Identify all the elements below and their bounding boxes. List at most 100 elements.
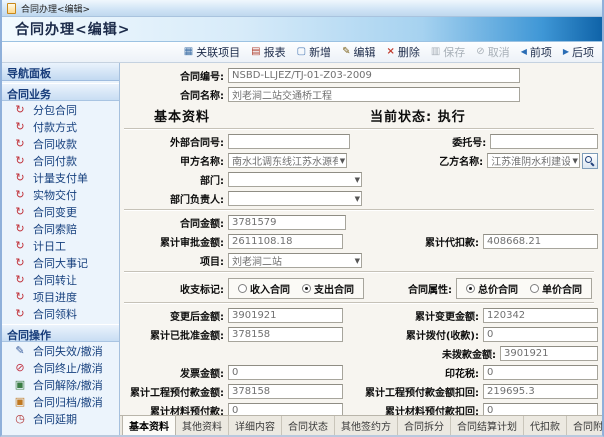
nav-panel-title: 导航面板 (2, 63, 119, 81)
search-icon (584, 155, 595, 166)
toolbar-prev-item[interactable]: ◀ 前项 (521, 44, 552, 60)
contract-no-field[interactable]: NSBD-LLJEZ/TJ-01-Z03-2009 (228, 68, 520, 83)
bottom-tabstrip: 基本资料 其他资料 详细内容 合同状态 其他签约方 合同拆分 合同结算计划 代扣… (120, 415, 602, 435)
invoice-field[interactable]: 0 (228, 365, 343, 380)
sidebar-item-contract-change[interactable]: ↻ 合同变更 (2, 203, 119, 220)
external-no-label: 外部合同号: (122, 134, 228, 149)
unallocated-field[interactable]: 3901921 (500, 346, 598, 361)
tab-other-info[interactable]: 其他资料 (176, 416, 229, 435)
sidebar-item-contract-receipt[interactable]: ↻ 合同收款 (2, 135, 119, 152)
tab-attachments[interactable]: 合同附件 (567, 416, 602, 435)
cum-advance-back-field[interactable]: 219695.3 (483, 384, 598, 399)
tab-contract-split[interactable]: 合同拆分 (398, 416, 451, 435)
cum-approved-row: 累计已批准金额: 378158 累计拨付(收款): 0 (122, 326, 598, 343)
chevron-down-icon[interactable]: ▼ (353, 257, 360, 265)
entrust-no-field[interactable] (490, 134, 598, 149)
sidebar-item-contract-events[interactable]: ↻ 合同大事记 (2, 254, 119, 271)
cum-allocated-field[interactable]: 0 (483, 327, 598, 342)
contract-name-field[interactable]: 刘老涧二站交通桥工程 (228, 87, 520, 102)
cum-approval-row: 累计审批金额: 2611108.18 累计代扣款: 408668.21 (122, 233, 598, 250)
tab-contract-status[interactable]: 合同状态 (282, 416, 335, 435)
toolbar-delete[interactable]: × 删除 (386, 44, 419, 60)
cum-approval-field[interactable]: 2611108.18 (228, 234, 343, 249)
main-panel: 合同编号: NSBD-LLJEZ/TJ-01-Z03-2009 合同名称: 刘老… (120, 63, 602, 435)
contract-amount-field[interactable]: 3781579 (228, 215, 346, 230)
contract-doc-icon: ↻ (14, 257, 26, 268)
cum-change-label: 累计变更金额: (343, 308, 483, 323)
toolbar-related-project[interactable]: ▦ 关联项目 (184, 44, 240, 60)
section-contract-business[interactable]: 合同业务 (2, 83, 119, 101)
sidebar-item-subcontract[interactable]: ↻ 分包合同 (2, 101, 119, 118)
external-no-field[interactable] (228, 134, 350, 149)
flags-row: 收支标记: 收入合同 支出合同 合同属性: (122, 276, 598, 300)
cum-change-field[interactable]: 120342 (483, 308, 598, 323)
sidebar-item-contract-release[interactable]: ▣ 合同解除/撤消 (2, 376, 119, 393)
sidebar-item-contract-claim[interactable]: ↻ 合同索赔 (2, 220, 119, 237)
tab-basic-info[interactable]: 基本资料 (122, 415, 176, 435)
changed-amount-field[interactable]: 3901921 (228, 308, 343, 323)
sidebar-item-contract-extend[interactable]: ◷ 合同延期 (2, 410, 119, 427)
attr-label: 合同属性: (364, 281, 456, 296)
cum-material-back-field[interactable]: 0 (483, 403, 598, 415)
toolbar-next-item[interactable]: ▶ 后项 (563, 44, 594, 60)
sidebar-item-contract-invalidate[interactable]: ✎ 合同失效/撤消 (2, 342, 119, 359)
chevron-down-icon[interactable]: ▼ (570, 157, 577, 165)
party-b-search-button[interactable] (582, 153, 598, 169)
tab-detail-content[interactable]: 详细内容 (229, 416, 282, 435)
party-b-combo[interactable]: 江苏淮阴水利建设有限公司 ▼ (487, 153, 580, 168)
sidebar-item-payment-method[interactable]: ↻ 付款方式 (2, 118, 119, 135)
radio-on-icon (302, 284, 311, 293)
toolbar-edit[interactable]: ✎ 编辑 (342, 44, 375, 60)
contract-amount-label: 合同金额: (122, 215, 228, 230)
section-contract-operations[interactable]: 合同操作 (2, 324, 119, 342)
cum-withhold-field[interactable]: 408668.21 (483, 234, 598, 249)
invalidate-icon: ✎ (14, 345, 26, 356)
window-titlebar[interactable]: 合同办理<编辑> (2, 0, 602, 17)
chevron-down-icon[interactable]: ▼ (338, 157, 345, 165)
toolbar-report[interactable]: ▤ 报表 (251, 44, 285, 60)
toolbar-cancel[interactable]: ⊘ 取消 (476, 44, 509, 60)
tab-other-parties[interactable]: 其他签约方 (335, 416, 398, 435)
terminate-icon: ⊘ (14, 362, 26, 373)
tab-settlement-plan[interactable]: 合同结算计划 (451, 416, 524, 435)
dept-head-label: 部门负责人: (122, 191, 228, 206)
cum-advance-field[interactable]: 378158 (228, 384, 343, 399)
contract-doc-icon: ↻ (14, 121, 26, 132)
contract-doc-icon: ↻ (14, 206, 26, 217)
cum-approval-label: 累计审批金额: (122, 234, 228, 249)
section-header-row: 基本资料 当前状态: 执行 (122, 105, 598, 126)
sidebar-item-contract-archive[interactable]: ▣ 合同归档/撤消 (2, 393, 119, 410)
sidebar-item-measure-payslip[interactable]: ↻ 计量支付单 (2, 169, 119, 186)
sidebar-item-contract-payment[interactable]: ↻ 合同付款 (2, 152, 119, 169)
sidebar-item-project-progress[interactable]: ↻ 项目进度 (2, 288, 119, 305)
party-a-combo[interactable]: 南水北调东线江苏水源有限责任公司 ▼ (228, 153, 347, 168)
radio-off-icon (530, 284, 539, 293)
toolbar-save[interactable]: ▥ 保存 (431, 44, 465, 60)
chevron-down-icon[interactable]: ▼ (353, 176, 360, 184)
sidebar-item-physical-delivery[interactable]: ↻ 实物交付 (2, 186, 119, 203)
department-combo[interactable]: ▼ (228, 172, 362, 187)
dept-head-combo[interactable]: ▼ (228, 191, 362, 206)
content-area: 导航面板 合同业务 ↻ 分包合同 ↻ 付款方式 ↻ 合同收款 ↻ 合同付款 ↻ … (2, 63, 602, 435)
toolbar-new[interactable]: ▢ 新增 (297, 44, 331, 60)
project-combo[interactable]: 刘老涧二站 ▼ (228, 253, 362, 268)
income-contract-radio[interactable]: 收入合同 (238, 281, 290, 296)
sidebar-item-contract-transfer[interactable]: ↻ 合同转让 (2, 271, 119, 288)
project-row: 项目: 刘老涧二站 ▼ (122, 252, 598, 269)
unitprice-contract-radio[interactable]: 单价合同 (530, 281, 582, 296)
chevron-down-icon[interactable]: ▼ (353, 195, 360, 203)
stamp-tax-field[interactable]: 0 (483, 365, 598, 380)
cum-material-field[interactable]: 0 (228, 403, 343, 415)
expense-contract-radio[interactable]: 支出合同 (302, 281, 354, 296)
cum-approved-field[interactable]: 378158 (228, 327, 343, 342)
sidebar-item-contract-terminate[interactable]: ⊘ 合同终止/撤消 (2, 359, 119, 376)
party-row: 甲方名称: 南水北调东线江苏水源有限责任公司 ▼ 乙方名称: 江苏淮阴水利建设有… (122, 152, 598, 169)
lumpsum-contract-radio[interactable]: 总价合同 (466, 281, 518, 296)
contract-doc-icon: ↻ (14, 104, 26, 115)
pay-flag-label: 收支标记: (122, 281, 228, 296)
sidebar-item-daywork[interactable]: ↻ 计日工 (2, 237, 119, 254)
radio-on-icon (466, 284, 475, 293)
tab-withholding[interactable]: 代扣款 (524, 416, 567, 435)
extend-clock-icon: ◷ (14, 413, 26, 424)
sidebar-item-material-request[interactable]: ↻ 合同领料 (2, 305, 119, 322)
